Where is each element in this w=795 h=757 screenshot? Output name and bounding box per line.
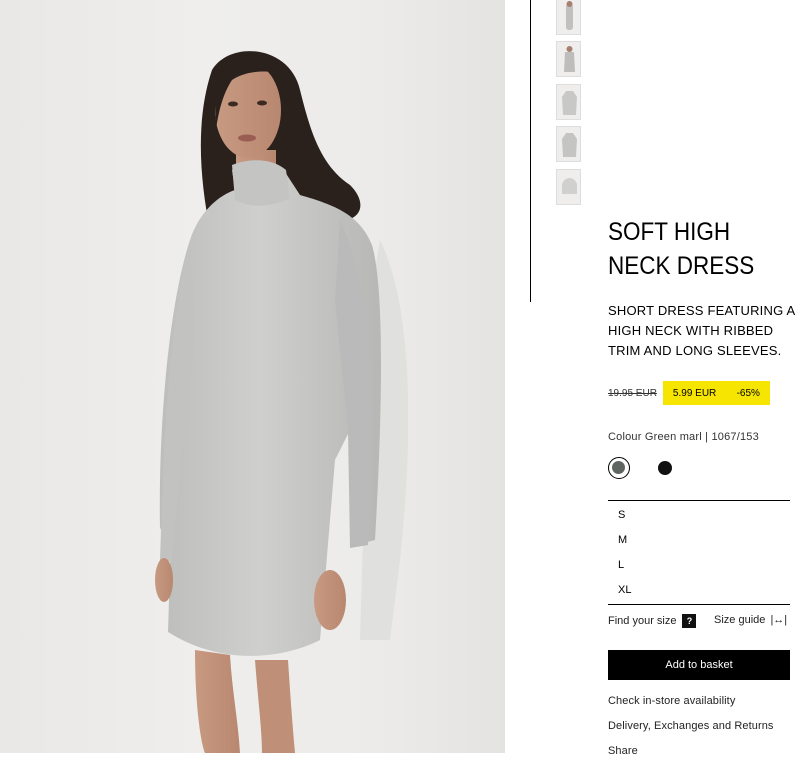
- thumbnail-1[interactable]: [556, 0, 581, 35]
- size-guide-link[interactable]: Size guide |↔|: [714, 614, 787, 626]
- thumbnail-2-image: [564, 46, 575, 72]
- question-mark-icon: ?: [682, 614, 697, 628]
- model-photo: [155, 51, 409, 753]
- size-option-m[interactable]: M: [618, 534, 627, 546]
- check-store-availability-link[interactable]: Check in-store availability: [608, 695, 735, 707]
- thumbnail-4-image: [562, 133, 577, 157]
- product-title: SOFT HIGH NECK DRESS: [608, 218, 755, 280]
- sale-badge: 5.99 EUR -65%: [662, 381, 770, 405]
- size-guide-label: Size guide: [714, 614, 766, 626]
- thumbnail-5-image: [562, 178, 577, 194]
- product-description: SHORT DRESS FEATURING A HIGH NECK WITH R…: [608, 303, 795, 358]
- thumbnail-3[interactable]: [556, 84, 581, 120]
- thumbnail-1-image: [566, 1, 573, 30]
- ruler-icon: |↔|: [770, 614, 788, 626]
- product-main-image[interactable]: [0, 0, 505, 753]
- colour-swatches: [608, 457, 708, 481]
- price-block: 19.95 EUR 5.99 EUR -65%: [608, 381, 770, 405]
- size-list: S M L XL: [608, 500, 790, 605]
- size-help-row: Find your size? Size guide |↔|: [608, 614, 795, 630]
- sale-price: 5.99 EUR: [672, 387, 717, 399]
- thumbnail-3-image: [562, 91, 577, 115]
- swatch-fill: [612, 461, 625, 474]
- discount-percent: -65%: [736, 387, 760, 399]
- size-option-s[interactable]: S: [618, 509, 625, 521]
- find-your-size-label: Find your size: [608, 614, 677, 627]
- size-option-l[interactable]: L: [618, 559, 624, 571]
- thumbnail-2[interactable]: [556, 41, 581, 77]
- old-price: 19.95 EUR: [608, 387, 657, 399]
- share-link[interactable]: Share: [608, 745, 638, 757]
- delivery-returns-link[interactable]: Delivery, Exchanges and Returns: [608, 720, 774, 732]
- thumbnail-5[interactable]: [556, 169, 581, 205]
- colour-info: Colour Green marl | 1067/153: [608, 431, 759, 443]
- size-option-xl[interactable]: XL: [618, 584, 631, 596]
- vertical-divider: [530, 0, 531, 302]
- add-to-basket-button[interactable]: Add to basket: [608, 650, 790, 680]
- colour-swatch-green-marl[interactable]: [608, 457, 630, 479]
- find-your-size-link[interactable]: Find your size?: [608, 614, 697, 628]
- colour-swatch-black[interactable]: [658, 461, 672, 475]
- thumbnail-4[interactable]: [556, 126, 581, 162]
